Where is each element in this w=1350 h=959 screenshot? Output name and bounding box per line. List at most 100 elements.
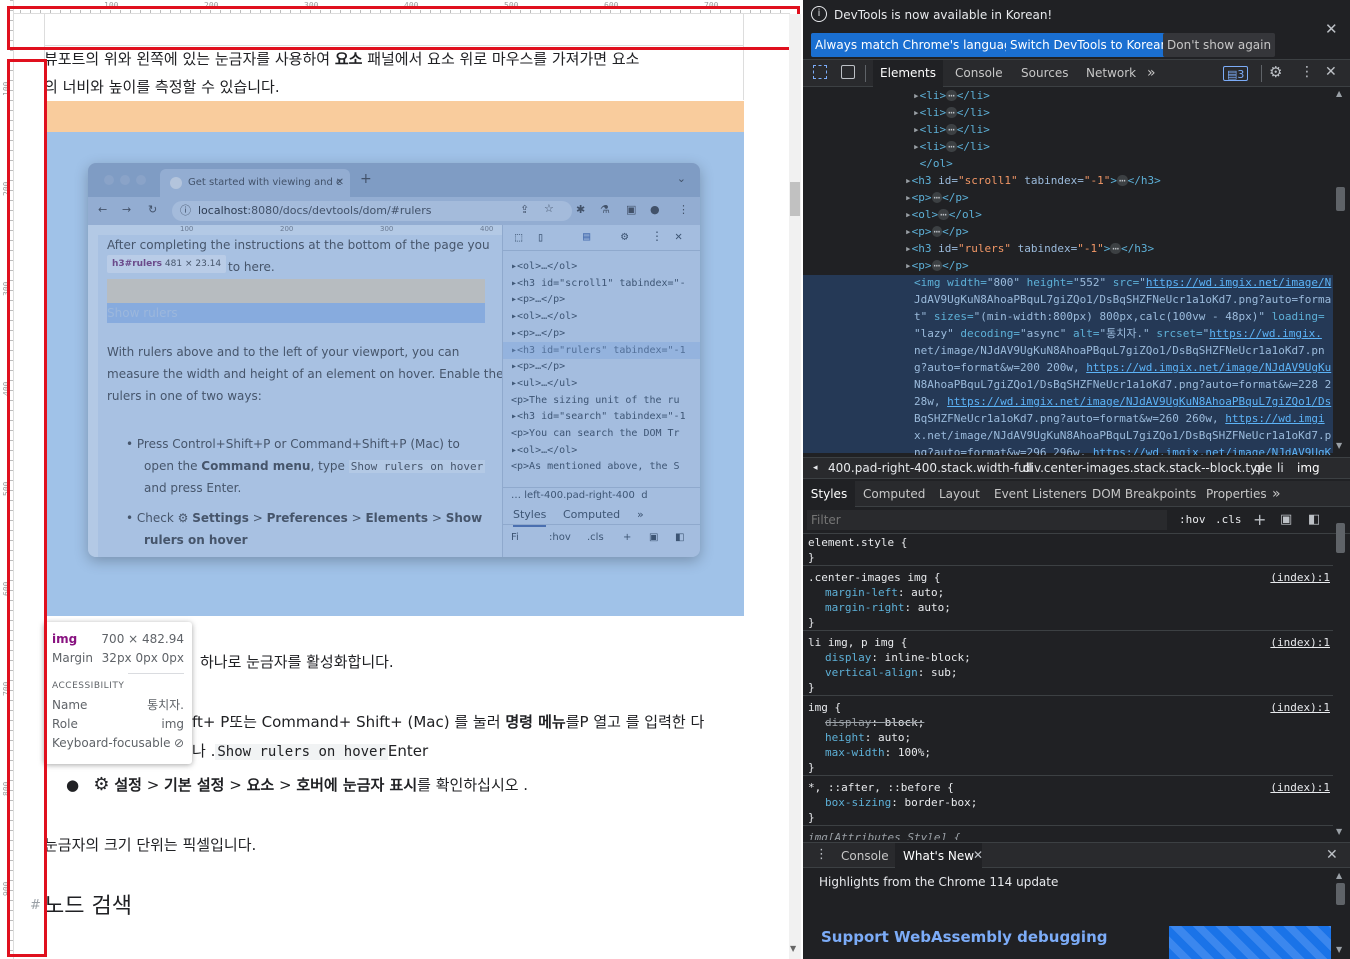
- property-name[interactable]: display: [825, 716, 871, 729]
- more-tabs-icon[interactable]: »: [1147, 60, 1156, 87]
- breadcrumb-item[interactable]: div.center-images.stack.stack--block.typ…: [1023, 458, 1272, 478]
- styles-filter-input[interactable]: [807, 510, 1167, 530]
- property-value[interactable]: auto;: [911, 586, 944, 599]
- close-devtools-icon[interactable]: ✕: [1325, 64, 1337, 80]
- rule-source-link[interactable]: (index):1: [1270, 570, 1330, 585]
- issues-badge[interactable]: ▤3: [1223, 66, 1249, 81]
- property-value[interactable]: block;: [885, 716, 925, 729]
- tab-sources[interactable]: Sources: [1021, 60, 1068, 87]
- style-rule[interactable]: img {(index):1 display: block; height: aut…: [803, 700, 1333, 776]
- breadcrumb-item[interactable]: 400.pad-right-400.stack.width-full: [828, 458, 1032, 478]
- style-property[interactable]: margin-right: auto;: [808, 600, 1333, 615]
- dom-node-line[interactable]: N8AhoaPBquL7giZQo1/DsBqSHZFNeUcr1a1oKd7.…: [914, 376, 1331, 393]
- more-tabs-icon[interactable]: »: [1272, 481, 1281, 508]
- scroll-up-icon[interactable]: ▲: [1336, 89, 1342, 98]
- dom-node-line[interactable]: net/image/NJdAV9UgKuN8AhoaPBquL7giZQo1/D…: [914, 342, 1325, 359]
- styles-scrollbar[interactable]: ▲ ▼: [1333, 523, 1347, 840]
- breadcrumb-item[interactable]: ol: [1254, 458, 1265, 478]
- dom-node-line[interactable]: ▸<li> ⋯ </li>: [913, 104, 990, 121]
- property-value[interactable]: inline-block;: [885, 651, 971, 664]
- expand-arrow-icon[interactable]: ▸: [905, 225, 912, 238]
- scroll-down-icon[interactable]: ▼: [1336, 945, 1342, 954]
- dom-scrollbar-thumb[interactable]: [1336, 187, 1345, 211]
- whats-new-item[interactable]: Support WebAssembly debugging: [821, 928, 1107, 946]
- expand-arrow-icon[interactable]: ▸: [905, 191, 912, 204]
- rule-source-link[interactable]: (index):1: [1270, 700, 1330, 715]
- toggle-sidebar-icon[interactable]: ◧: [1308, 512, 1320, 527]
- rule-selector[interactable]: img[Attributes Style] {: [808, 830, 1333, 840]
- property-name[interactable]: display: [825, 651, 871, 664]
- dom-node-line[interactable]: 28w, https://wd.imgix.net/image/NJdAV9Ug…: [914, 393, 1331, 410]
- ellipsis-icon[interactable]: ⋯: [946, 107, 957, 118]
- tab-network[interactable]: Network: [1086, 60, 1136, 87]
- property-name[interactable]: margin-right: [825, 601, 904, 614]
- expand-arrow-icon[interactable]: ▸: [913, 123, 920, 136]
- property-value[interactable]: border-box;: [904, 796, 977, 809]
- style-rule[interactable]: img[Attributes Style] {: [803, 830, 1333, 840]
- dom-node-line[interactable]: ▸<li> ⋯ </li>: [913, 138, 990, 155]
- close-icon[interactable]: ✕: [1325, 20, 1338, 38]
- dom-node-line[interactable]: x.net/image/NJdAV9UgKuN8AhoaPBquL7giZQo1…: [914, 427, 1331, 444]
- dom-node-line[interactable]: JdAV9UgKuN8AhoaPBquL7giZQo1/DsBqSHZFNeUc…: [914, 291, 1331, 308]
- tab-properties[interactable]: Properties: [1206, 481, 1267, 508]
- ellipsis-icon[interactable]: ⋯: [1110, 243, 1121, 254]
- tab-elements[interactable]: Elements: [873, 60, 943, 87]
- dom-node-line[interactable]: BqSHZFNeUcr1a1oKd7.png?auto=format&w=260…: [914, 410, 1325, 427]
- style-rule[interactable]: .center-images img {(index):1 margin-left…: [803, 570, 1333, 631]
- heading-anchor[interactable]: #: [30, 898, 41, 913]
- tab-dom-breakpoints[interactable]: DOM Breakpoints: [1092, 481, 1196, 508]
- ellipsis-icon[interactable]: ⋯: [938, 209, 949, 220]
- dont-show-again-button[interactable]: Don't show again: [1163, 33, 1276, 57]
- drawer-menu-icon[interactable]: ⋮: [815, 847, 828, 862]
- tab-computed[interactable]: Computed: [863, 481, 925, 508]
- whats-new-scrollbar-thumb[interactable]: [1336, 883, 1345, 905]
- dom-node-line[interactable]: ▸<h3 id="rulers" tabindex="-1"> ⋯ </h3>: [905, 240, 1154, 257]
- whats-new-thumbnail[interactable]: [1169, 926, 1331, 959]
- ellipsis-icon[interactable]: ⋯: [931, 226, 943, 237]
- tab-layout[interactable]: Layout: [939, 481, 980, 508]
- style-property[interactable]: max-width: 100%;: [808, 745, 1333, 760]
- gear-icon[interactable]: ⚙: [1269, 63, 1282, 81]
- property-value[interactable]: sub;: [931, 666, 958, 679]
- property-name[interactable]: box-sizing: [825, 796, 891, 809]
- dom-node-line[interactable]: ▸<h3 id="scroll1" tabindex="-1"> ⋯ </h3>: [905, 172, 1161, 189]
- styles-scrollbar-thumb[interactable]: [1336, 523, 1345, 553]
- scroll-down-icon[interactable]: ▼: [1336, 827, 1342, 836]
- rule-selector[interactable]: img {: [808, 700, 1333, 715]
- ellipsis-icon[interactable]: ⋯: [946, 90, 957, 101]
- expand-arrow-icon[interactable]: ▸: [913, 106, 920, 119]
- dom-node-line[interactable]: g?auto=format&w=200 200w, https://wd.img…: [914, 359, 1331, 376]
- rule-selector[interactable]: li img, p img {: [808, 635, 1333, 650]
- drawer-tab-whats-new[interactable]: What's New: [895, 843, 983, 870]
- rule-source-link[interactable]: (index):1: [1270, 780, 1330, 795]
- rule-selector[interactable]: .center-images img {: [808, 570, 1333, 585]
- rule-source-link[interactable]: (index):1: [1270, 635, 1330, 650]
- whats-new-scrollbar[interactable]: ▲ ▼: [1333, 869, 1347, 959]
- expand-arrow-icon[interactable]: ▸: [905, 208, 912, 221]
- expand-arrow-icon[interactable]: ▸: [913, 140, 920, 153]
- dom-node-line[interactable]: t" sizes="(min-width:800px) 800px,calc(1…: [914, 308, 1325, 325]
- style-property[interactable]: display: block;: [808, 715, 1333, 730]
- page-scrollbar-thumb[interactable]: [790, 182, 800, 216]
- style-property[interactable]: margin-left: auto;: [808, 585, 1333, 600]
- dom-node-line[interactable]: <img width="800" height="552" src="https…: [914, 274, 1331, 291]
- screenshot-image[interactable]: Get started with viewing and c ✕ + ⌄ ← →…: [88, 163, 700, 557]
- ellipsis-icon[interactable]: ⋯: [946, 124, 957, 135]
- dom-node-line[interactable]: ▸<p> ⋯ </p>: [905, 189, 969, 206]
- close-tab-icon[interactable]: ✕: [973, 848, 983, 862]
- property-value[interactable]: 100%;: [898, 746, 931, 759]
- close-drawer-icon[interactable]: ✕: [1326, 847, 1338, 863]
- ellipsis-icon[interactable]: ⋯: [1116, 175, 1128, 186]
- kebab-menu-icon[interactable]: ⋮: [1300, 64, 1314, 80]
- dom-node-line[interactable]: ▸<p> ⋯ </p>: [905, 257, 969, 274]
- style-rule[interactable]: *, ::after, ::before {(index):1 box-sizin…: [803, 780, 1333, 826]
- property-value[interactable]: auto;: [878, 731, 911, 744]
- scroll-up-icon[interactable]: ▲: [1336, 871, 1342, 880]
- property-name[interactable]: max-width: [825, 746, 885, 759]
- new-style-rule-icon[interactable]: +: [1253, 510, 1266, 529]
- dom-node-line[interactable]: </ol>: [913, 155, 953, 172]
- style-property[interactable]: height: auto;: [808, 730, 1333, 745]
- property-name[interactable]: margin-left: [825, 586, 898, 599]
- hov-toggle[interactable]: :hov: [1179, 513, 1206, 526]
- expand-arrow-icon[interactable]: ▸: [905, 259, 912, 272]
